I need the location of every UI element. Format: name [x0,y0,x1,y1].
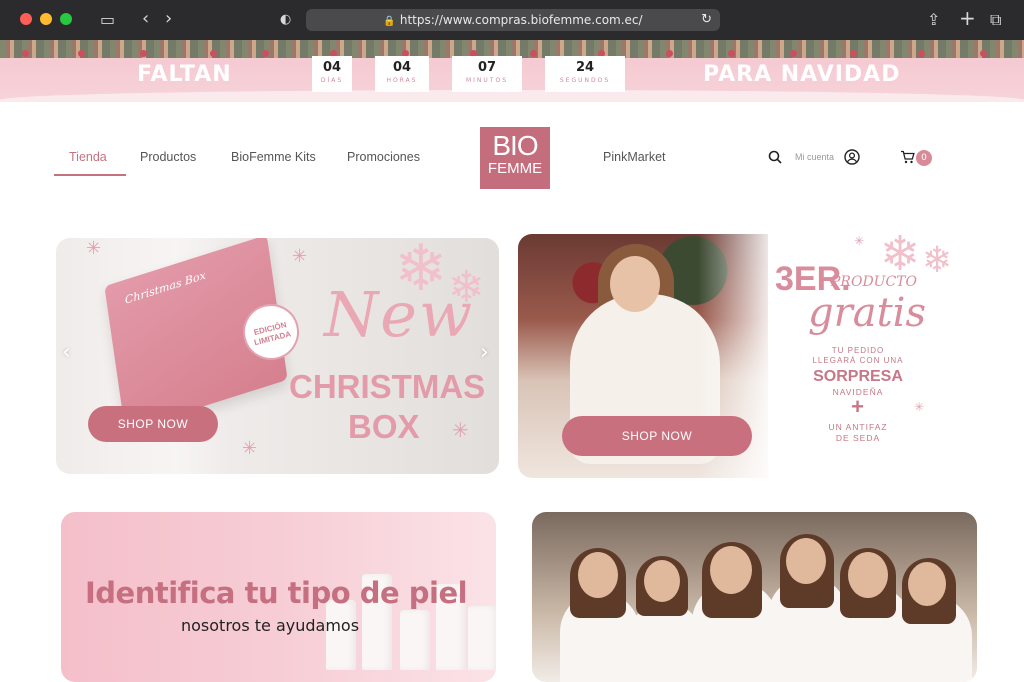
sparkle-icon: ✳ [452,418,469,442]
account-link[interactable]: Mi cuenta [795,152,834,162]
user-icon[interactable] [844,149,860,165]
new-tab-icon[interactable]: + [959,8,976,28]
sparkle-icon: ✳ [86,238,102,259]
banner-right-text: PARA NAVIDAD [703,62,901,87]
sparkle-icon: ✳ [292,246,308,267]
shop-now-button-christmas[interactable]: SHOP NOW [88,406,218,442]
share-icon[interactable]: ⇪ [927,10,940,30]
skin-type-banner[interactable]: Identifica tu tipo de piel nosotros te a… [61,512,496,682]
nav-promociones[interactable]: Promociones [347,150,420,164]
forward-icon[interactable]: › [165,9,172,29]
skin-type-headline: Identifica tu tipo de piel [85,576,468,610]
nav-pinkmarket[interactable]: PinkMarket [603,150,666,164]
group-photo-banner[interactable] [532,512,977,682]
nav-productos[interactable]: Productos [140,150,196,164]
nav-active-indicator [54,174,126,176]
carousel-next-icon[interactable]: › [480,340,489,365]
christmas-box-banner[interactable]: Christmas Box ❄ ❄ ✳ ✳ ✳ ✳ EDICIÓN LIMITA… [56,238,499,474]
cart-count-badge[interactable]: 0 [916,150,932,166]
zoom-window-button[interactable] [60,13,72,25]
biofemme-logo[interactable]: BIO FEMME [480,127,550,189]
sparkle-icon: ✳ [854,234,865,248]
address-bar[interactable]: 🔒 https://www.compras.biofemme.com.ec/ ↻ [306,9,720,31]
banner-left-text: FALTAN [137,62,232,87]
promo-line-6: UN ANTIFAZ [828,422,888,432]
promo-line-1: TU PEDIDO [831,346,885,355]
shop-now-button-promo[interactable]: SHOP NOW [562,416,752,456]
carousel-prev-icon[interactable]: ‹ [62,340,71,365]
minimize-window-button[interactable] [40,13,52,25]
new-script-text: New [324,278,475,351]
sparkle-icon: ✳ [242,438,258,459]
countdown-days: 04 DÍAS [312,56,352,92]
reload-icon[interactable]: ↻ [701,9,712,31]
lock-icon: 🔒 [383,16,396,27]
countdown-hours: 04 HORAS [375,56,429,92]
box-title: BOX [348,408,420,445]
promo-plus: + [851,394,865,419]
christmas-title: CHRISTMAS [289,368,486,405]
promo-line-7: DE SEDA [835,433,881,443]
skin-type-subheadline: nosotros te ayudamos [181,616,360,635]
cart-icon[interactable] [900,150,916,164]
promo-line-2: LLEGARÁ CON UNA [812,356,904,365]
countdown-minutes: 07 MINUTOS [452,56,522,92]
nav-tienda[interactable]: Tienda [69,150,107,164]
privacy-shield-icon[interactable]: ◐ [280,10,291,30]
countdown-seconds: 24 SEGUNDOS [545,56,625,92]
sidebar-icon[interactable]: ▭ [100,10,115,30]
nav-biofemme-kits[interactable]: BioFemme Kits [231,150,316,164]
tab-overview-icon[interactable]: ⧉ [990,10,1001,30]
browser-toolbar: ▭ ‹ › ◐ 🔒 https://www.compras.biofemme.co… [0,0,1024,40]
snowflake-icon: ❄ [922,240,953,281]
back-icon[interactable]: ‹ [142,9,149,29]
third-product-free-banner[interactable]: ❄ ❄ ✳ ✳ 3ER. PRODUCTO gratis TU PEDIDO L… [518,234,973,478]
search-icon[interactable] [768,150,782,164]
promo-producto: PRODUCTO [831,274,917,290]
promo-surprise: SORPRESA [813,368,903,385]
close-window-button[interactable] [20,13,32,25]
url-text: https://www.compras.biofemme.com.ec/ [399,13,643,27]
promo-gratis: gratis [808,290,926,336]
